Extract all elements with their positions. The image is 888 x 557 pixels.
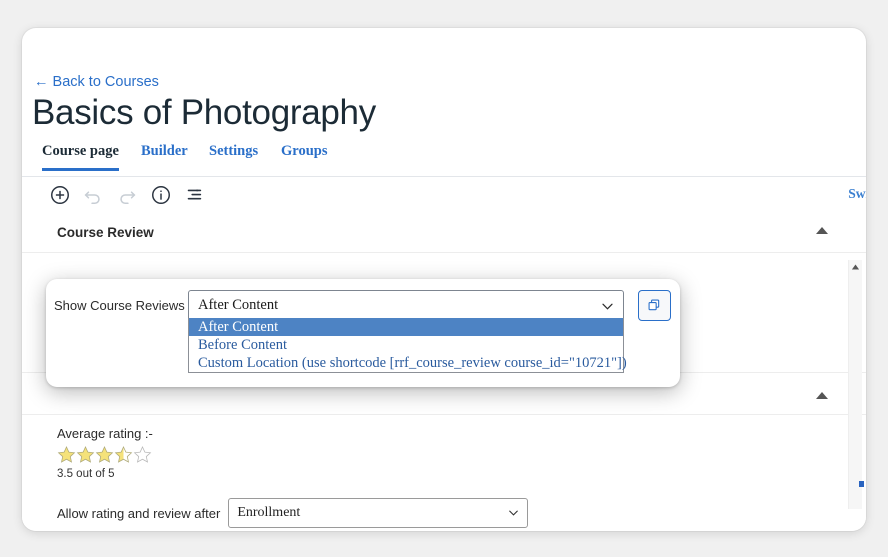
info-icon[interactable]: [150, 184, 172, 206]
add-block-icon[interactable]: [49, 184, 71, 206]
list-view-icon[interactable]: [183, 184, 205, 206]
allow-rating-select[interactable]: Enrollment: [228, 498, 529, 528]
star-rating: [57, 445, 528, 465]
collapse-arrow-secondary[interactable]: [816, 392, 828, 399]
scrollbar-marker: [859, 481, 864, 487]
dropdown-option-after-content[interactable]: After Content: [189, 318, 623, 336]
allow-rating-value: Enrollment: [237, 505, 301, 520]
allow-rating-row: Allow rating and review after Enrollment: [57, 498, 529, 528]
average-rating-label: Average rating :-: [57, 426, 153, 441]
dropdown-option-before-content[interactable]: Before Content: [189, 336, 623, 354]
allow-rating-label: Allow rating and review after: [57, 505, 221, 521]
dropdown-option-custom-location[interactable]: Custom Location (use shortcode [rrf_cour…: [189, 354, 627, 372]
star-half-4: [114, 445, 133, 464]
star-full-2: [76, 445, 95, 464]
page-title: Basics of Photography: [32, 93, 376, 132]
show-course-reviews-value: After Content: [198, 297, 279, 313]
rating-block: Average rating :- 3.5 out of 5 Allow rat…: [57, 426, 529, 531]
star-empty-5: [133, 445, 152, 464]
copy-icon: [648, 299, 660, 311]
chevron-down-icon: [602, 303, 613, 310]
rating-score-text: 3.5 out of 5: [57, 468, 115, 480]
scrollbar-track[interactable]: [848, 260, 862, 509]
chevron-down-icon: [509, 510, 519, 516]
undo-icon[interactable]: [82, 184, 104, 206]
back-to-courses-link[interactable]: ← Back to Courses: [34, 74, 159, 90]
show-course-reviews-select[interactable]: After Content: [188, 290, 624, 321]
copy-shortcode-button[interactable]: [638, 290, 671, 321]
panel-header-course-review: Course Review: [22, 214, 866, 253]
show-course-reviews-popup: Show Course Reviews After Content After …: [46, 279, 680, 387]
collapse-arrow-course-review[interactable]: [816, 227, 828, 234]
editor-toolbar: Switch to Dr: [22, 176, 866, 215]
star-full-1: [57, 445, 76, 464]
tab-builder[interactable]: Builder: [141, 143, 188, 169]
show-course-reviews-dropdown[interactable]: After Content Before Content Custom Loca…: [188, 318, 627, 373]
star-full-3: [95, 445, 114, 464]
tab-course-page[interactable]: Course page: [42, 143, 119, 171]
redo-icon[interactable]: [116, 184, 138, 206]
scroll-up-button[interactable]: [849, 260, 862, 273]
show-course-reviews-label: Show Course Reviews: [54, 298, 185, 313]
panel-divider-lower: [22, 414, 866, 415]
tab-settings[interactable]: Settings: [209, 143, 258, 169]
tab-groups[interactable]: Groups: [281, 143, 327, 169]
switch-to-draft-link[interactable]: Switch to Dr: [848, 186, 866, 202]
panel-title-course-review: Course Review: [57, 225, 154, 240]
tab-bar: Course page Builder Settings Groups: [22, 143, 866, 177]
